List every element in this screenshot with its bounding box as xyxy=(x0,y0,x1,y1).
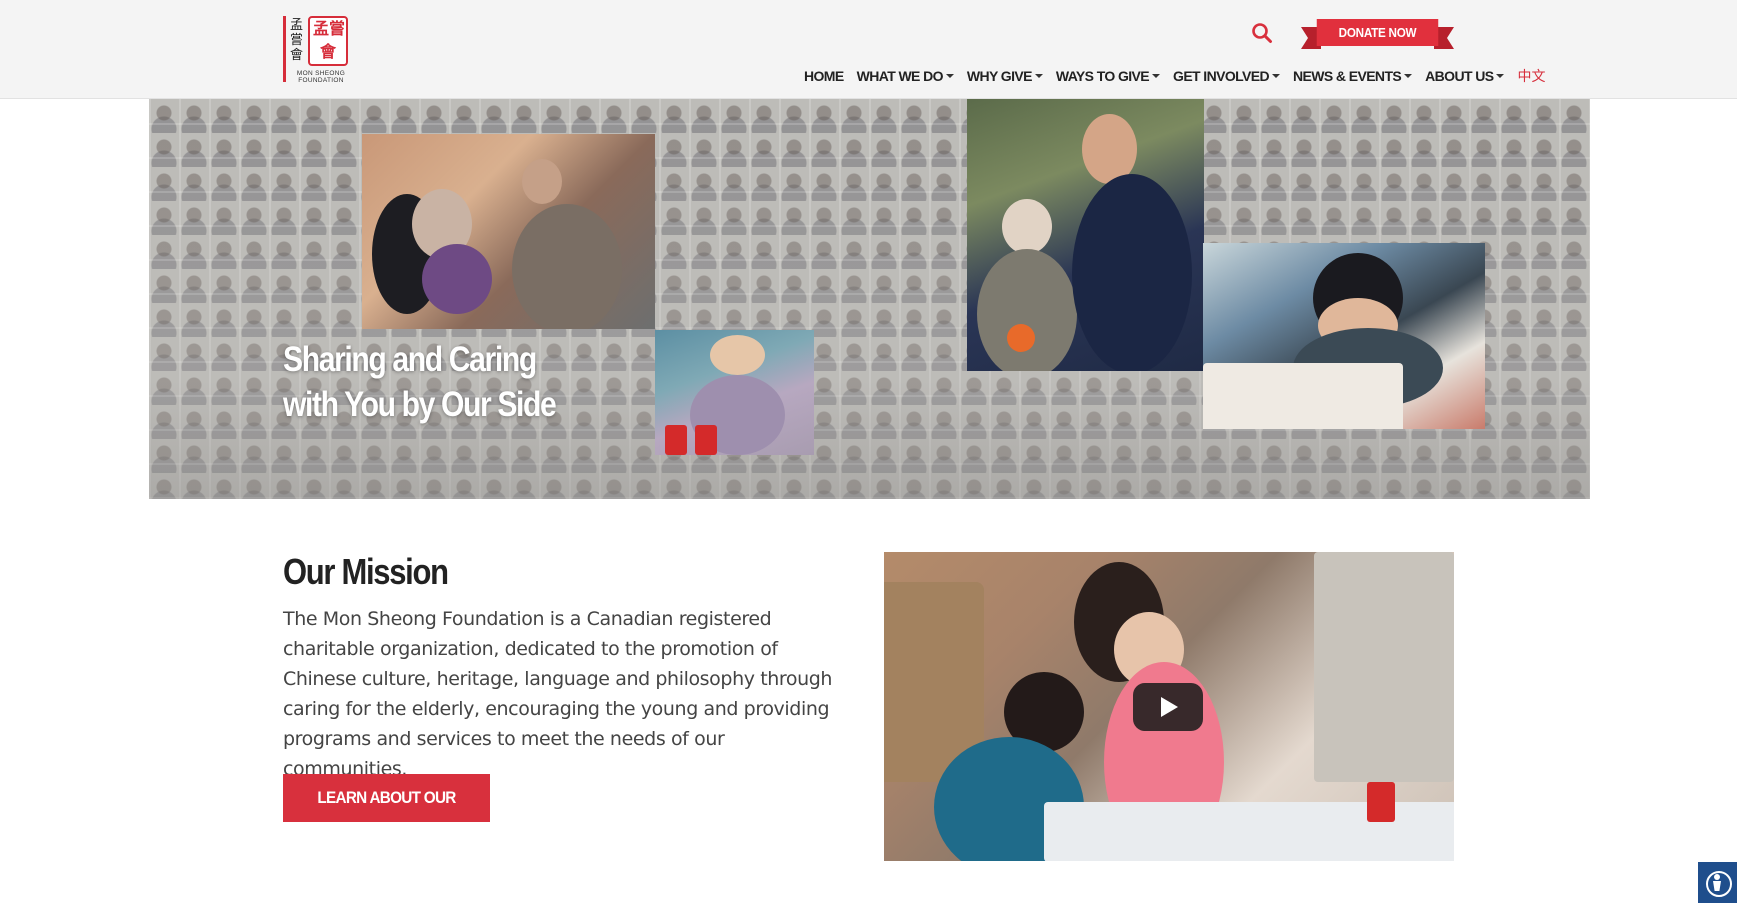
logo-chinese-chars: 孟嘗會 xyxy=(290,18,304,63)
main-nav: HOME WHAT WE DO WHY GIVE WAYS TO GIVE GE… xyxy=(804,66,1545,86)
hero-photo-volunteer xyxy=(967,99,1204,371)
nav-item-about-us[interactable]: ABOUT US xyxy=(1425,68,1505,84)
nav-item-what-we-do[interactable]: WHAT WE DO xyxy=(857,68,954,84)
chevron-down-icon xyxy=(1272,74,1281,78)
accessibility-icon xyxy=(1714,874,1720,880)
nav-item-why-give[interactable]: WHY GIVE xyxy=(967,68,1043,84)
nav-item-ways-to-give[interactable]: WAYS TO GIVE xyxy=(1056,68,1161,84)
chevron-down-icon xyxy=(945,74,954,78)
chevron-down-icon xyxy=(1034,74,1043,78)
accessibility-button[interactable] xyxy=(1698,862,1737,903)
search-button[interactable] xyxy=(1251,22,1273,44)
chevron-down-icon xyxy=(1404,74,1413,78)
mission-text: The Mon Sheong Foundation is a Canadian … xyxy=(283,608,833,780)
site-header: 孟嘗會 孟 嘗 會 MON SHEONG FOUNDATION DONATE N… xyxy=(0,0,1737,99)
nav-item-get-involved[interactable]: GET INVOLVED xyxy=(1173,68,1281,84)
nav-item-home[interactable]: HOME xyxy=(804,68,844,84)
nav-item-news-events[interactable]: NEWS & EVENTS xyxy=(1293,68,1413,84)
learn-about-our-work-button[interactable]: LEARN ABOUT OUR WORK xyxy=(283,774,490,855)
hero-title: Sharing and Caring with You by Our Side xyxy=(283,340,557,424)
donate-label: DONATE NOW xyxy=(1316,19,1439,46)
logo-seal: 孟 嘗 會 xyxy=(308,16,348,66)
chevron-down-icon xyxy=(1152,74,1161,78)
logo[interactable]: 孟嘗會 孟 嘗 會 MON SHEONG FOUNDATION xyxy=(283,16,349,84)
mission-title: Our Mission xyxy=(283,551,449,592)
chevron-down-icon xyxy=(1496,74,1505,78)
mission-video[interactable] xyxy=(884,552,1454,861)
hero-photo-caregiver xyxy=(362,134,655,329)
search-icon xyxy=(1252,23,1272,43)
logo-bar xyxy=(283,16,286,82)
hero-banner: Sharing and Caring with You by Our Side xyxy=(149,99,1590,499)
language-switch[interactable]: 中文 xyxy=(1517,66,1545,86)
logo-org-name: MON SHEONG FOUNDATION xyxy=(296,70,346,84)
hero-photo-elder-smiling xyxy=(655,330,814,455)
hero-photo-child-drawing xyxy=(1203,243,1485,429)
donate-button[interactable]: DONATE NOW xyxy=(1301,19,1454,51)
play-icon[interactable] xyxy=(1133,683,1203,731)
